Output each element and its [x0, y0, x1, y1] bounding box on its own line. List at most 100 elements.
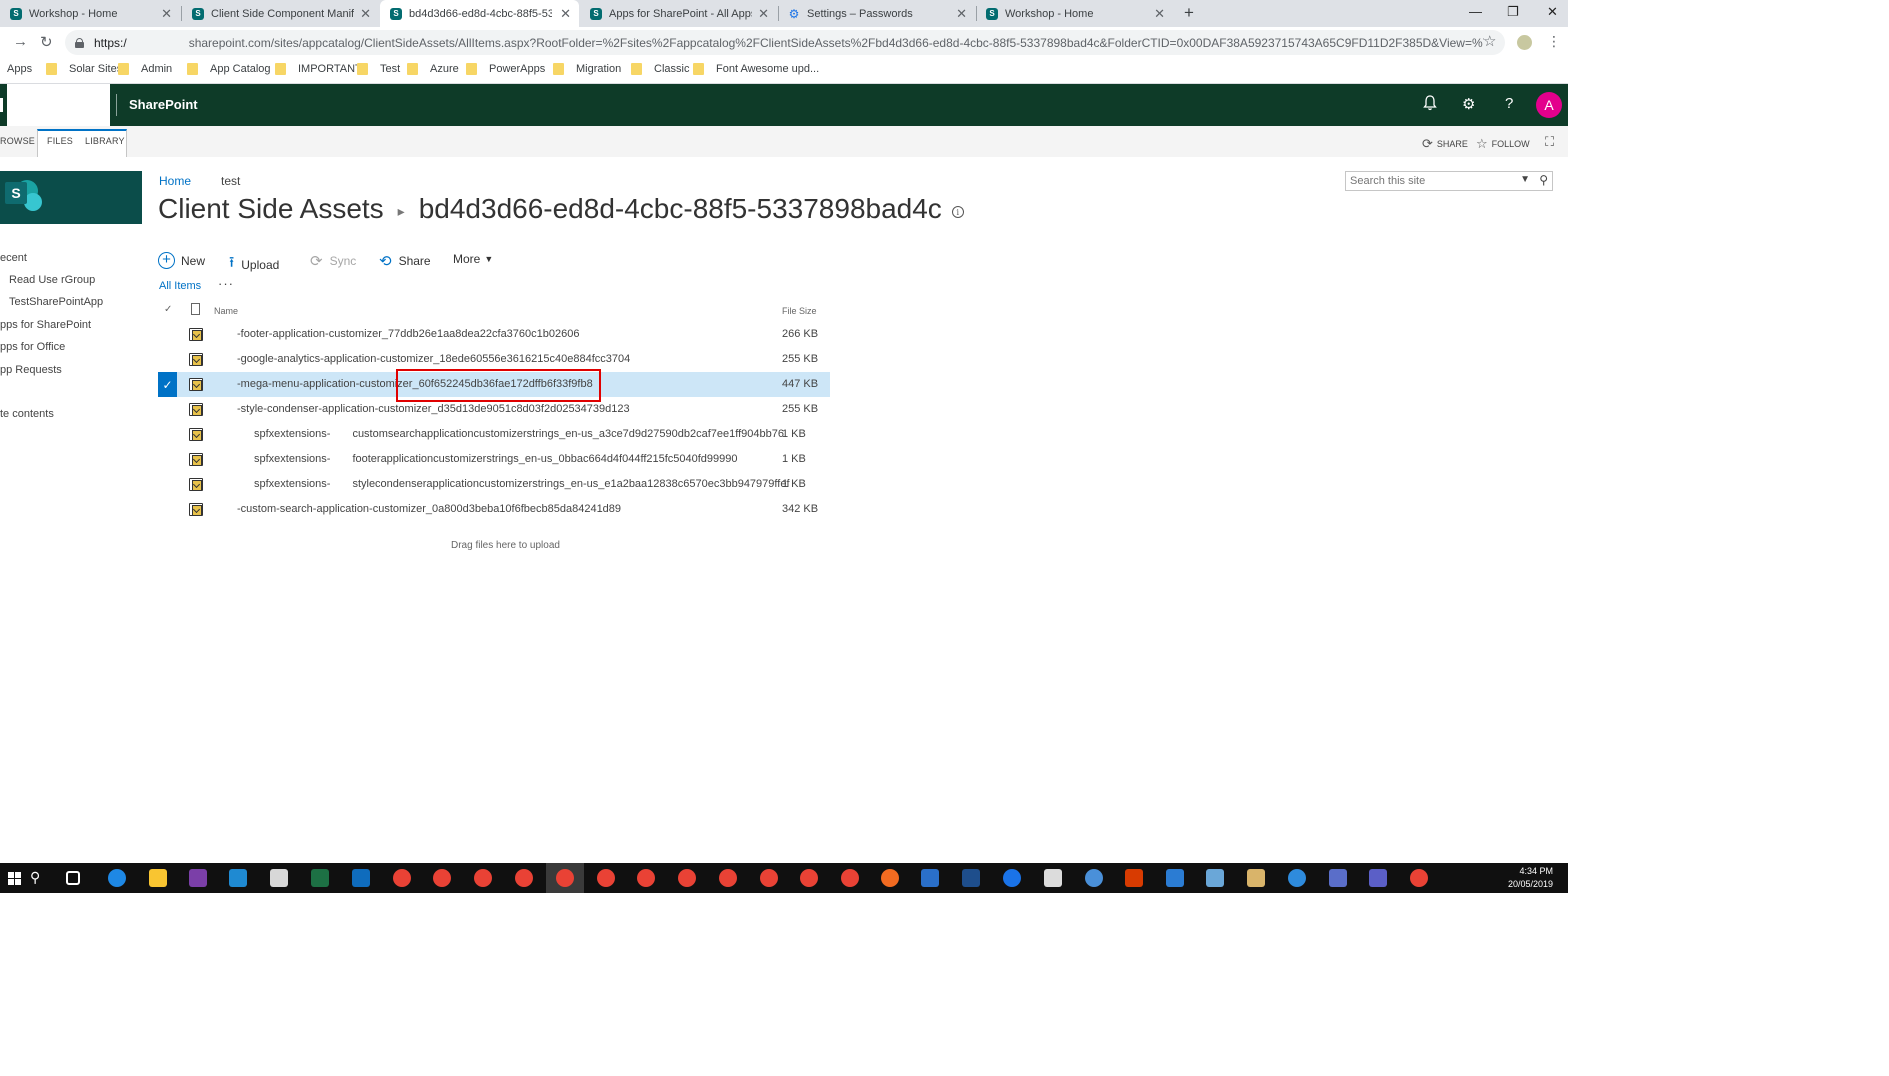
- chrome-icon[interactable]: [433, 869, 451, 887]
- search-icon[interactable]: ⚲: [30, 869, 40, 886]
- vscode-icon[interactable]: [229, 869, 247, 887]
- file-name[interactable]: -custom-search-application-customizer_0a…: [237, 503, 621, 515]
- search-input[interactable]: [1350, 175, 1510, 187]
- select-all-checkmark-icon[interactable]: ✓: [164, 304, 172, 315]
- nav-item-apps-for-sharepoint[interactable]: pps for SharePoint: [0, 319, 91, 331]
- nav-item-recent[interactable]: ecent: [0, 252, 27, 264]
- ribbon-tab-files[interactable]: FILES: [47, 136, 73, 146]
- close-icon[interactable]: ✕: [956, 6, 967, 22]
- file-name[interactable]: spfxextensions-customsearchapplicationcu…: [254, 428, 784, 440]
- bookmark-folder[interactable]: Azure: [407, 63, 459, 75]
- ribbon-tab-browse[interactable]: ROWSE: [0, 136, 35, 146]
- suite-title[interactable]: SharePoint: [129, 97, 198, 112]
- windows-start-icon[interactable]: [8, 872, 21, 885]
- notification-bell-icon[interactable]: [1423, 95, 1437, 115]
- office-icon[interactable]: [1125, 869, 1143, 887]
- chrome-icon[interactable]: [393, 869, 411, 887]
- share-site-button[interactable]: ⟳ SHARE: [1422, 136, 1468, 152]
- table-row[interactable]: spfxextensions-footerapplicationcustomiz…: [158, 447, 830, 472]
- close-icon[interactable]: ✕: [360, 6, 371, 22]
- bookmark-folder[interactable]: App Catalog: [187, 63, 271, 75]
- browser-menu-icon[interactable]: ⋮: [1547, 33, 1561, 50]
- settings-gear-icon[interactable]: ⚙: [1462, 95, 1475, 113]
- file-name[interactable]: spfxextensions-stylecondenserapplication…: [254, 478, 790, 490]
- chrome-icon[interactable]: [678, 869, 696, 887]
- task-view-icon[interactable]: [66, 871, 80, 885]
- browser-tab[interactable]: S Client Side Component Manifests ✕: [182, 0, 379, 27]
- column-header-name[interactable]: Name: [214, 306, 238, 316]
- minimize-icon[interactable]: —: [1469, 4, 1482, 19]
- chrome-icon[interactable]: [760, 869, 778, 887]
- extension-icon[interactable]: [1517, 35, 1532, 50]
- system-clock[interactable]: 4:34 PM 20/05/2019: [1508, 865, 1553, 891]
- close-icon[interactable]: ✕: [758, 6, 769, 22]
- table-row[interactable]: -custom-search-application-customizer_0a…: [158, 497, 830, 522]
- info-icon[interactable]: i: [951, 206, 964, 218]
- tenant-logo[interactable]: [7, 84, 110, 126]
- close-icon[interactable]: ✕: [560, 6, 571, 22]
- bookmark-folder[interactable]: PowerApps: [466, 63, 545, 75]
- chrome-icon[interactable]: [719, 869, 737, 887]
- file-explorer-icon[interactable]: [149, 869, 167, 887]
- nav-item-site-contents[interactable]: te contents: [0, 408, 54, 420]
- chevron-down-icon[interactable]: ▼: [1520, 174, 1530, 185]
- search-icon[interactable]: ⚲: [1539, 173, 1548, 187]
- avatar[interactable]: A: [1536, 92, 1562, 118]
- nav-item-testsharepointapp[interactable]: TestSharePointApp: [9, 296, 103, 308]
- chrome-icon[interactable]: [597, 869, 615, 887]
- new-button[interactable]: + New: [158, 252, 205, 269]
- window-close-icon[interactable]: ✕: [1547, 4, 1558, 20]
- bookmark-apps[interactable]: Apps: [7, 63, 32, 75]
- table-row[interactable]: spfxextensions-stylecondenserapplication…: [158, 472, 830, 497]
- site-logo[interactable]: S: [0, 171, 142, 224]
- close-icon[interactable]: ✕: [161, 6, 172, 22]
- magnifier-icon[interactable]: [1085, 869, 1103, 887]
- chrome-icon[interactable]: [800, 869, 818, 887]
- breadcrumb-home[interactable]: Home: [159, 174, 191, 188]
- chrome-icon[interactable]: [556, 869, 574, 887]
- file-name[interactable]: -style-condenser-application-customizer_…: [237, 403, 630, 415]
- close-icon[interactable]: ✕: [1154, 6, 1165, 22]
- excel-icon[interactable]: [311, 869, 329, 887]
- back-arrow-icon[interactable]: →: [13, 33, 28, 50]
- restore-icon[interactable]: ❐: [1507, 4, 1519, 20]
- maps-icon[interactable]: [1003, 869, 1021, 887]
- file-name[interactable]: -footer-application-customizer_77ddb26e1…: [237, 328, 579, 340]
- site-search[interactable]: ▼ ⚲: [1345, 171, 1553, 191]
- chrome-icon[interactable]: [515, 869, 533, 887]
- bookmark-folder[interactable]: IMPORTANT: [275, 63, 362, 75]
- bookmark-folder[interactable]: Admin: [118, 63, 172, 75]
- bookmark-folder[interactable]: Migration: [553, 63, 621, 75]
- bookmark-folder[interactable]: Solar Sites: [46, 63, 122, 75]
- network-icon[interactable]: [1166, 869, 1184, 887]
- ribbon-tab-library[interactable]: LIBRARY: [85, 136, 125, 146]
- browser-tab-active[interactable]: S bd4d3d66-ed8d-4cbc-88f5-5337 ✕: [380, 0, 579, 27]
- library-title[interactable]: Client Side Assets: [158, 193, 384, 225]
- notepad-icon[interactable]: [270, 869, 288, 887]
- bookmark-star-icon[interactable]: ☆: [1483, 32, 1496, 50]
- file-name[interactable]: spfxextensions-footerapplicationcustomiz…: [254, 453, 738, 465]
- table-row[interactable]: spfxextensions-customsearchapplicationcu…: [158, 422, 830, 447]
- postman-icon[interactable]: [881, 869, 899, 887]
- teams-icon[interactable]: [1369, 869, 1387, 887]
- column-header-size[interactable]: File Size: [782, 306, 817, 316]
- bookmark-folder[interactable]: Test: [357, 63, 400, 75]
- paint-icon[interactable]: [1206, 869, 1224, 887]
- new-tab-icon[interactable]: +: [1184, 3, 1194, 23]
- chrome-icon[interactable]: [637, 869, 655, 887]
- bookmark-folder[interactable]: Classic: [631, 63, 689, 75]
- browser-tab[interactable]: ⚙ Settings – Passwords ✕: [778, 0, 975, 27]
- browser-tab[interactable]: S Apps for SharePoint - All Apps ✕: [580, 0, 777, 27]
- app-icon[interactable]: [1288, 869, 1306, 887]
- sync-button[interactable]: ⟳ Sync: [310, 252, 356, 270]
- powershell-icon[interactable]: [962, 869, 980, 887]
- powershell-ise-icon[interactable]: [921, 869, 939, 887]
- url-text[interactable]: https:/ sharepoint.com/sites/appcatalog/C…: [94, 36, 1484, 50]
- address-bar[interactable]: https:/ sharepoint.com/sites/appcatalog/C…: [65, 30, 1505, 55]
- view-all-items[interactable]: All Items: [159, 280, 201, 292]
- chrome-icon[interactable]: [1410, 869, 1428, 887]
- visual-studio-icon[interactable]: [189, 869, 207, 887]
- calculator-icon[interactable]: [1044, 869, 1062, 887]
- help-icon[interactable]: ?: [1505, 95, 1513, 112]
- reload-icon[interactable]: ↻: [40, 33, 53, 51]
